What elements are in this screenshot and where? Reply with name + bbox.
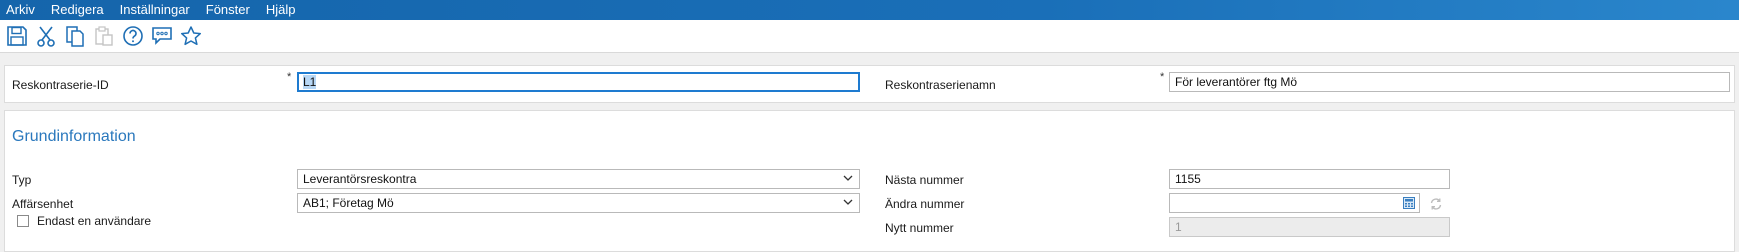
- reskontraserie-id-label: Reskontraserie-ID: [12, 78, 109, 92]
- required-marker: *: [1160, 71, 1165, 83]
- typ-dropdown[interactable]: Leverantörsreskontra: [297, 169, 860, 189]
- paste-icon: [95, 26, 113, 46]
- cut-icon: [37, 26, 55, 47]
- toolbar: [0, 20, 1739, 53]
- section-title: Grundinformation: [12, 128, 136, 145]
- grundinformation-panel: Grundinformation Typ Leverantörsreskontr…: [4, 110, 1735, 252]
- andra-nummer-field[interactable]: [1169, 193, 1420, 213]
- menu-installningar[interactable]: Inställningar: [112, 0, 198, 20]
- nasta-nummer-label: Nästa nummer: [885, 173, 964, 187]
- calculator-icon[interactable]: [1403, 197, 1415, 209]
- chevron-down-icon: [843, 199, 853, 205]
- reskontraserienamn-field[interactable]: För leverantörer ftg Mö: [1169, 72, 1730, 92]
- required-marker: *: [287, 71, 292, 83]
- menu-redigera[interactable]: Redigera: [43, 0, 112, 20]
- help-button[interactable]: [119, 22, 147, 50]
- menu-arkiv[interactable]: Arkiv: [0, 0, 43, 20]
- comment-icon: [152, 27, 172, 45]
- menu-hjalp[interactable]: Hjälp: [258, 0, 304, 20]
- chevron-down-icon: [843, 175, 853, 181]
- copy-icon: [66, 26, 84, 47]
- reskontraserie-id-field[interactable]: L1: [297, 72, 860, 92]
- favorite-button[interactable]: [177, 22, 205, 50]
- affarsenhet-dropdown[interactable]: AB1; Företag Mö: [297, 193, 860, 213]
- nytt-nummer-label: Nytt nummer: [885, 221, 954, 235]
- menu-fonster[interactable]: Fönster: [198, 0, 258, 20]
- favorite-star-icon: [180, 26, 202, 46]
- help-icon: [123, 26, 143, 46]
- typ-label: Typ: [12, 173, 32, 187]
- nasta-nummer-field[interactable]: 1155: [1169, 169, 1450, 189]
- save-icon: [7, 26, 27, 46]
- save-button[interactable]: [3, 22, 31, 50]
- affarsenhet-label: Affärsenhet: [12, 197, 74, 211]
- endast-label: Endast en användare: [37, 214, 152, 228]
- endast-checkbox[interactable]: [17, 215, 29, 227]
- andra-nummer-label: Ändra nummer: [885, 197, 965, 211]
- header-panel: Reskontraserie-ID * L1 Reskontraserienam…: [4, 65, 1735, 103]
- paste-button[interactable]: [90, 22, 118, 50]
- refresh-icon[interactable]: [1429, 197, 1443, 211]
- comment-button[interactable]: [148, 22, 176, 50]
- menu-bar: Arkiv Redigera Inställningar Fönster Hjä…: [0, 0, 1739, 20]
- reskontraserienamn-label: Reskontraserienamn: [885, 78, 996, 92]
- nytt-nummer-field: 1: [1169, 217, 1450, 237]
- cut-button[interactable]: [32, 22, 60, 50]
- copy-button[interactable]: [61, 22, 89, 50]
